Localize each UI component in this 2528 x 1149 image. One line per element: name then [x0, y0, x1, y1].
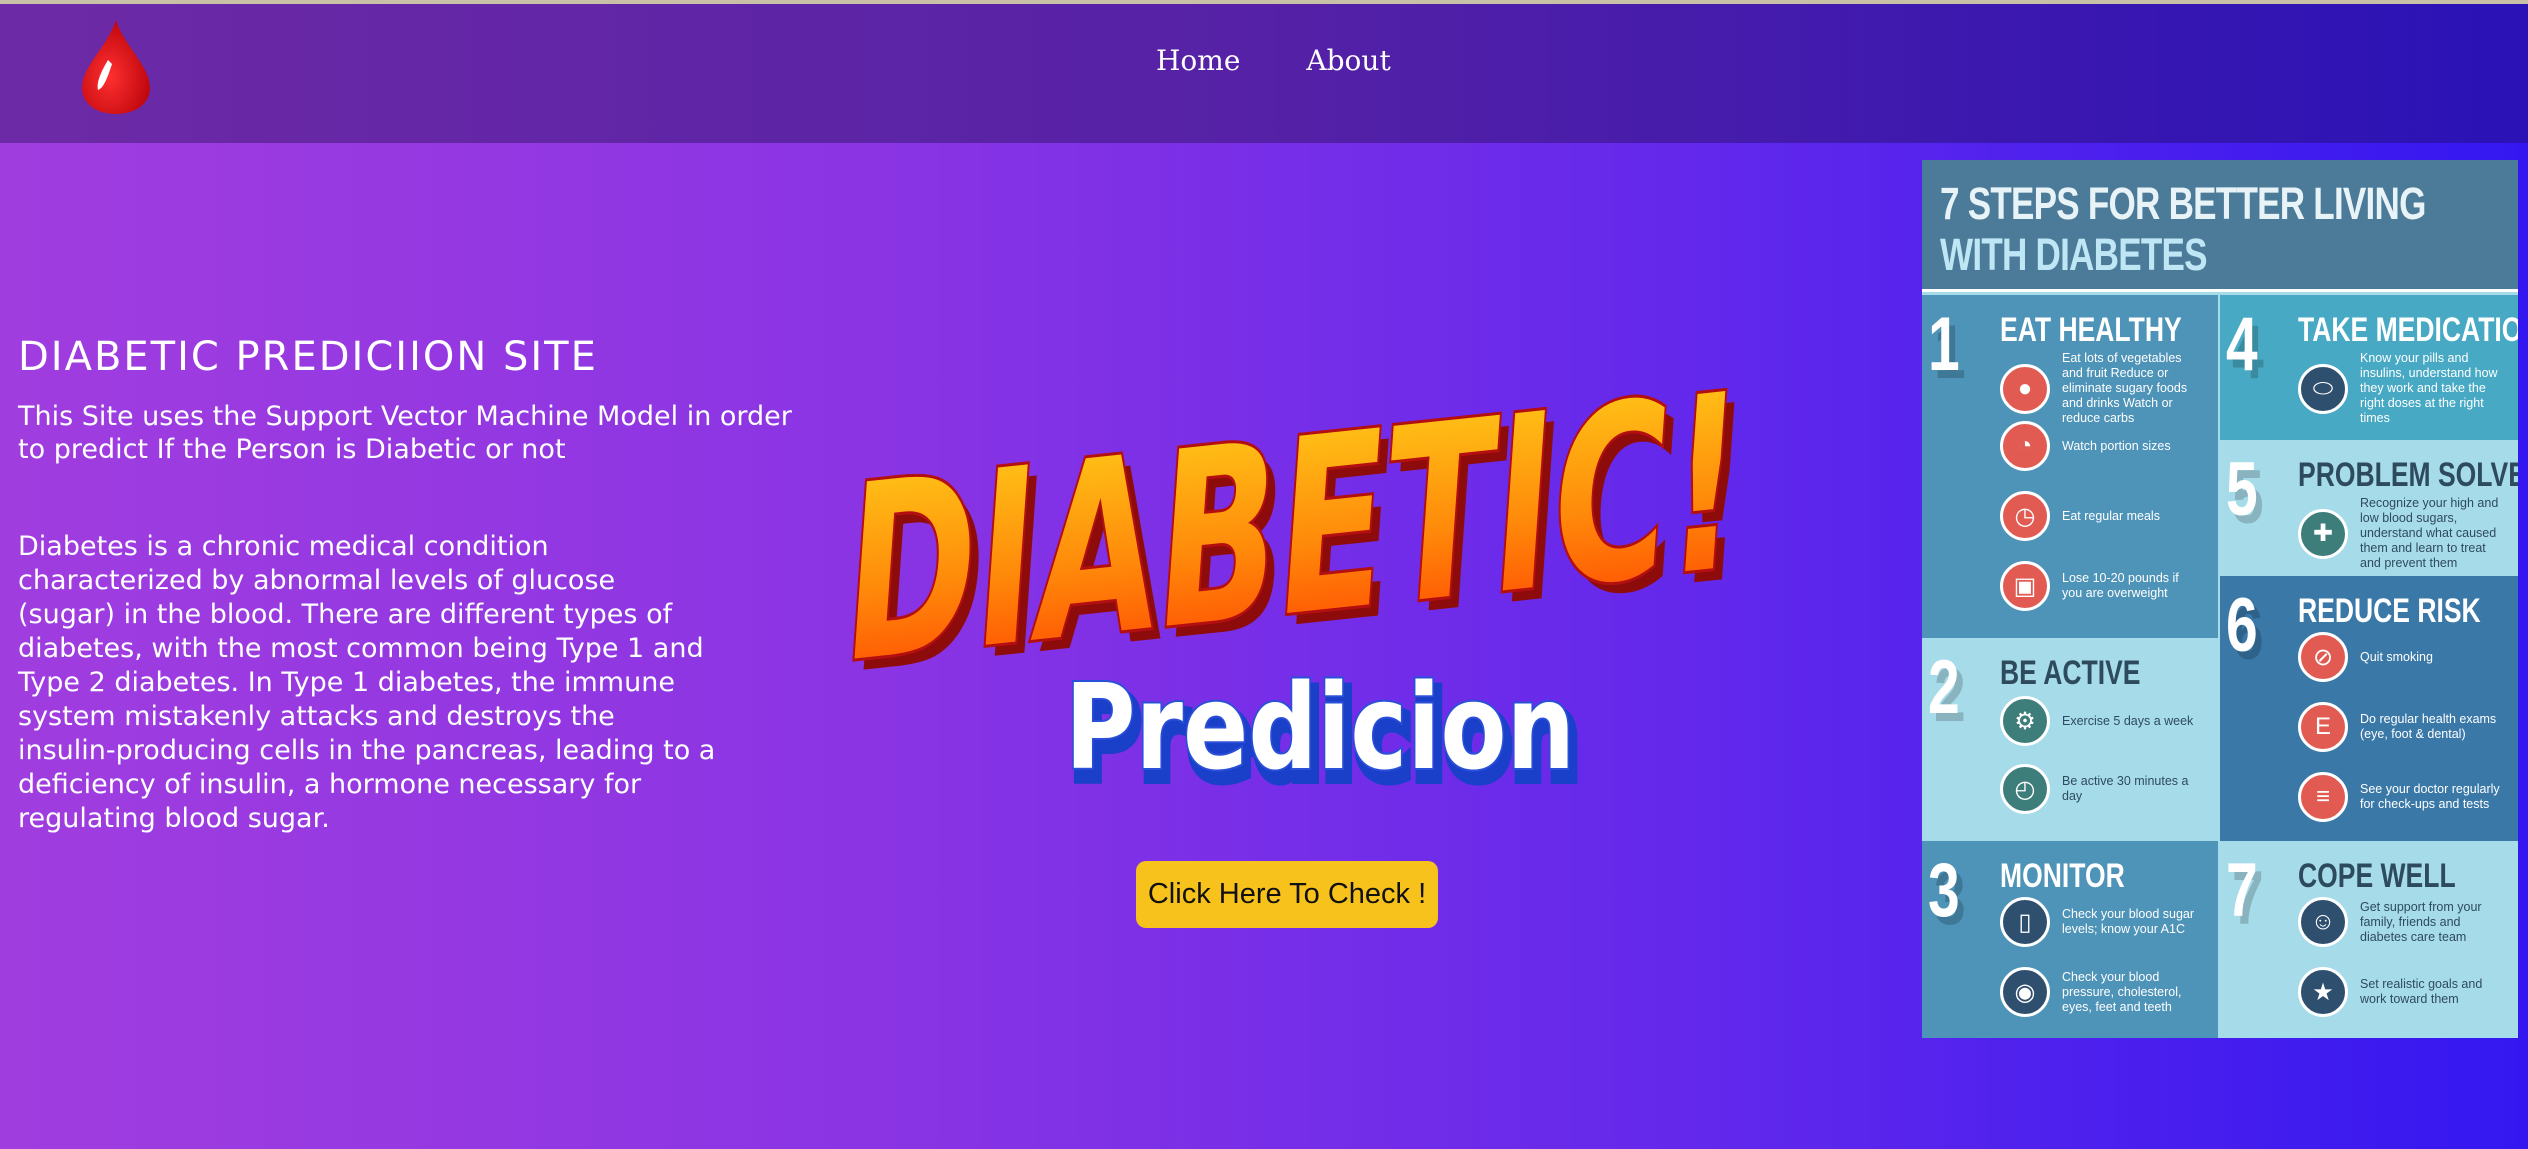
step-item: ⚙ Exercise 5 days a week [2000, 696, 2202, 746]
scale-icon: ▣ [2000, 561, 2050, 611]
step-item: ● Eat lots of vegetables and fruit Reduc… [2000, 351, 2202, 426]
blood-drop-icon[interactable] [80, 18, 152, 116]
step-number: 2 [1928, 645, 1960, 730]
no-smoking-icon: ⊘ [2298, 632, 2348, 682]
award-icon: ★ [2298, 967, 2348, 1017]
infographic-title: 7 STEPS FOR BETTER LIVING WITH DIABETES [1940, 178, 2426, 280]
step-number: 3 [1928, 848, 1960, 933]
step-item: ◷ Eat regular meals [2000, 491, 2202, 541]
step-reduce-risk: 6 REDUCE RISK ⊘ Quit smoking E Do regula… [2220, 576, 2518, 841]
hero-subtitle-text: Predicion [1065, 658, 1575, 796]
stopwatch-icon: ◴ [2000, 764, 2050, 814]
step-title: REDUCE RISK [2298, 592, 2481, 630]
step-item: ★ Set realistic goals and work toward th… [2298, 967, 2500, 1017]
step-title: EAT HEALTHY [2000, 311, 2182, 349]
step-eat-healthy: 1 EAT HEALTHY ● Eat lots of vegetables a… [1922, 295, 2218, 638]
infographic-header: 7 STEPS FOR BETTER LIVING WITH DIABETES [1922, 160, 2518, 292]
step-take-medication: 4 TAKE MEDICATION ⬭ Know your pills and … [2220, 295, 2518, 440]
nav-about-link[interactable]: About [1306, 44, 1390, 77]
clipboard-icon: ≡ [2298, 772, 2348, 822]
step-number: 6 [2226, 583, 2258, 668]
plate-icon: ◔ [2000, 421, 2050, 471]
step-number: 4 [2226, 302, 2258, 387]
navbar: Home About [0, 4, 2528, 143]
step-item: ◔ Watch portion sizes [2000, 421, 2202, 471]
step-title: BE ACTIVE [2000, 654, 2141, 692]
step-item: ☺ Get support from your family, friends … [2298, 897, 2500, 947]
step-item: ▣ Lose 10-20 pounds if you are overweigh… [2000, 561, 2202, 611]
step-item: ▯ Check your blood sugar levels; know yo… [2000, 897, 2202, 947]
nav-home-link[interactable]: Home [1156, 44, 1240, 77]
step-item: ✚ Recognize your high and low blood suga… [2298, 496, 2500, 571]
blood-pressure-icon: ◉ [2000, 967, 2050, 1017]
step-monitor: 3 MONITOR ▯ Check your blood sugar level… [1922, 841, 2218, 1038]
step-item: ◴ Be active 30 minutes a day [2000, 764, 2202, 814]
clock-icon: ◷ [2000, 491, 2050, 541]
intro-section: DIABETIC PREDICIION SITE This Site uses … [18, 334, 818, 836]
pill-icon: ⬭ [2298, 363, 2348, 414]
diabetes-description: Diabetes is a chronic medical condition … [18, 531, 716, 834]
site-title: DIABETIC PREDICIION SITE [18, 334, 598, 380]
puzzle-icon: ✚ [2298, 508, 2348, 559]
step-item: E Do regular health exams (eye, foot & d… [2298, 702, 2500, 752]
glucose-meter-icon: ▯ [2000, 897, 2050, 947]
diabetes-steps-infographic: 7 STEPS FOR BETTER LIVING WITH DIABETES … [1922, 160, 2518, 1038]
step-number: 5 [2226, 447, 2258, 532]
hero-logo: DIABETIC! DIABETIC! Predicion Predicion [833, 339, 1760, 800]
people-icon: ☺ [2298, 897, 2348, 947]
bicycle-icon: ⚙ [2000, 696, 2050, 746]
step-number: 7 [2226, 848, 2258, 933]
step-item: ⬭ Know your pills and insulins, understa… [2298, 351, 2500, 426]
step-title: MONITOR [2000, 857, 2125, 895]
nav-menu: Home About [1156, 44, 1391, 77]
step-item: ◉ Check your blood pressure, cholesterol… [2000, 967, 2202, 1017]
step-item: ≡ See your doctor regularly for check-up… [2298, 772, 2500, 822]
step-be-active: 2 BE ACTIVE ⚙ Exercise 5 days a week ◴ B… [1922, 638, 2218, 841]
check-diabetes-button[interactable]: Click Here To Check ! [1136, 861, 1438, 928]
step-item: ⊘ Quit smoking [2298, 632, 2500, 682]
apple-icon: ● [2000, 363, 2050, 414]
step-problem-solve: 5 PROBLEM SOLVE ✚ Recognize your high an… [2220, 440, 2518, 576]
site-subtitle: This Site uses the Support Vector Machin… [18, 401, 792, 465]
step-title: COPE WELL [2298, 857, 2456, 895]
step-number: 1 [1928, 302, 1960, 387]
step-cope-well: 7 COPE WELL ☺ Get support from your fami… [2220, 841, 2518, 1038]
eye-chart-icon: E [2298, 702, 2348, 752]
step-title: TAKE MEDICATION [2298, 311, 2518, 349]
step-title: PROBLEM SOLVE [2298, 456, 2518, 494]
